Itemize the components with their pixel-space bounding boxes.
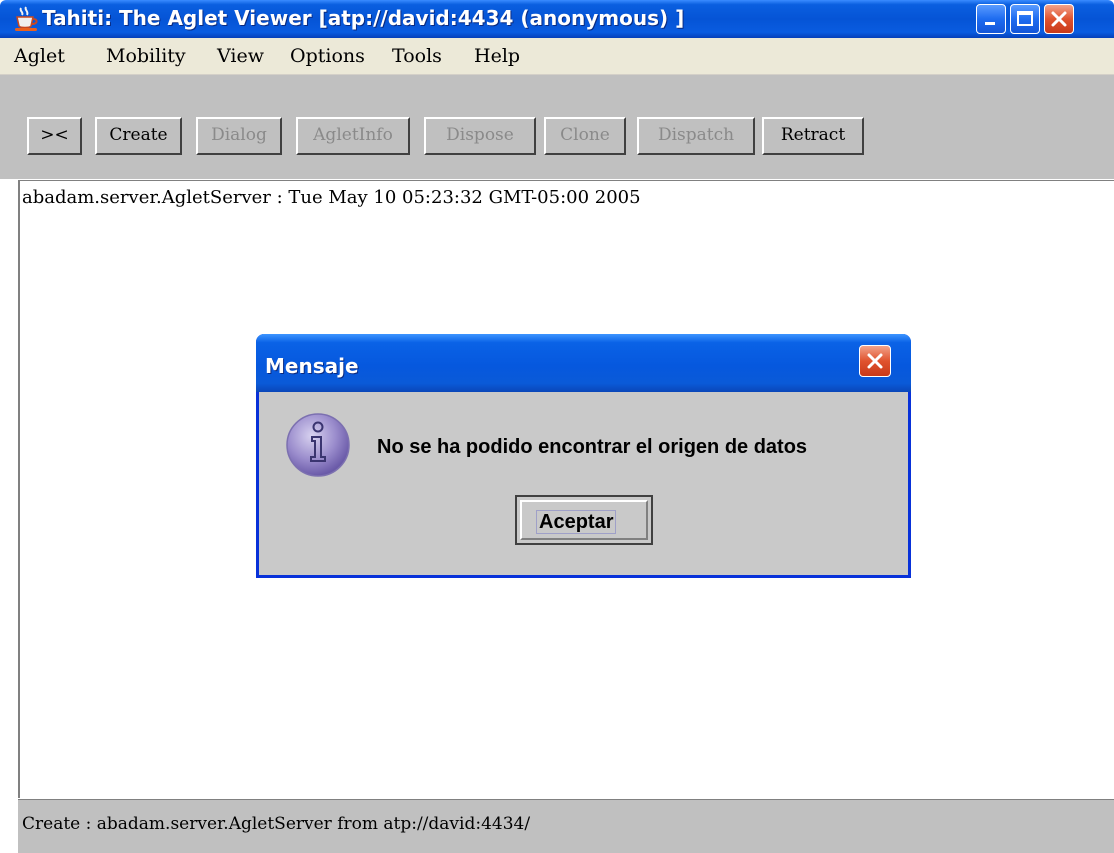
accept-button-label: Aceptar: [536, 510, 617, 534]
retract-button[interactable]: Retract: [762, 117, 864, 155]
minimize-icon: [985, 22, 995, 25]
close-button[interactable]: [1044, 4, 1074, 34]
dialog-title-bar[interactable]: Mensaje: [256, 334, 911, 392]
maximize-button[interactable]: [1010, 4, 1040, 34]
status-bar: Create : abadam.server.AgletServer from …: [18, 799, 1114, 853]
java-cup-icon: [15, 6, 38, 31]
accept-button-face[interactable]: Aceptar: [520, 500, 648, 540]
agletinfo-button[interactable]: AgletInfo: [296, 117, 410, 155]
clone-button[interactable]: Clone: [544, 117, 626, 155]
menu-mobility[interactable]: Mobility: [106, 45, 186, 67]
info-icon: [286, 413, 350, 477]
dialog-close-button[interactable]: [859, 345, 891, 377]
toolbar: >< Create Dialog AgletInfo Dispose Clone…: [0, 75, 1114, 179]
dialog-message: No se ha podido encontrar el origen de d…: [377, 436, 808, 458]
menu-bar: Aglet Mobility View Options Tools Help: [0, 38, 1114, 75]
toggle-view-button[interactable]: ><: [27, 117, 82, 155]
close-icon: [1051, 11, 1067, 27]
create-button[interactable]: Create: [95, 117, 182, 155]
list-item[interactable]: abadam.server.AgletServer : Tue May 10 0…: [22, 187, 641, 208]
dialog-title: Mensaje: [265, 354, 359, 378]
menu-help[interactable]: Help: [474, 45, 520, 67]
menu-options[interactable]: Options: [290, 45, 365, 67]
message-dialog: Mensaje No se ha podido encontrar el ori…: [256, 334, 911, 578]
window-title: Tahiti: The Aglet Viewer [atp://david:44…: [42, 6, 685, 30]
dispose-button[interactable]: Dispose: [424, 117, 536, 155]
menu-aglet[interactable]: Aglet: [14, 45, 65, 67]
close-icon: [867, 353, 883, 369]
maximize-icon: [1017, 11, 1033, 26]
accept-button[interactable]: Aceptar: [515, 495, 653, 545]
status-text: Create : abadam.server.AgletServer from …: [22, 814, 531, 834]
title-bar[interactable]: Tahiti: The Aglet Viewer [atp://david:44…: [0, 0, 1114, 38]
dispatch-button[interactable]: Dispatch: [637, 117, 755, 155]
minimize-button[interactable]: [976, 4, 1006, 34]
dialog-button[interactable]: Dialog: [196, 117, 282, 155]
aglet-viewer-window: Tahiti: The Aglet Viewer [atp://david:44…: [0, 0, 1114, 853]
menu-tools[interactable]: Tools: [392, 45, 442, 67]
menu-view[interactable]: View: [217, 45, 264, 67]
